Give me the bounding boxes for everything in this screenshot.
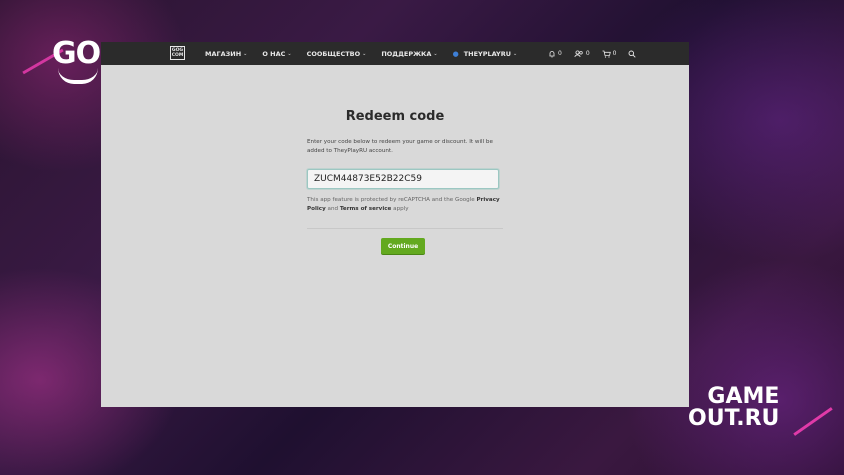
header-actions: 0 0 0 <box>548 42 637 65</box>
gog-logo[interactable]: GOG COM <box>170 46 185 60</box>
divider <box>307 228 503 229</box>
notice-suffix: apply <box>391 206 409 212</box>
nav-label: О НАС <box>262 49 286 58</box>
chevron-down-icon: ⌄ <box>243 50 248 57</box>
nav-item-community[interactable]: СООБЩЕСТВО ⌄ <box>307 50 367 58</box>
top-navigation-bar: GOG COM МАГАЗИН ⌄ О НАС ⌄ СООБЩЕСТВО ⌄ П… <box>101 42 689 65</box>
main-nav: МАГАЗИН ⌄ О НАС ⌄ СООБЩЕСТВО ⌄ ПОДДЕРЖКА… <box>205 42 517 65</box>
browser-page: GOG COM МАГАЗИН ⌄ О НАС ⌄ СООБЩЕСТВО ⌄ П… <box>101 42 689 407</box>
terms-of-service-link[interactable]: Terms of service <box>340 206 392 212</box>
friends-count: 0 <box>585 50 590 57</box>
recaptcha-notice: This app feature is protected by reCAPTC… <box>307 196 503 214</box>
friends-icon <box>574 49 583 57</box>
nav-label: THEYPLAYRU <box>463 49 512 58</box>
notice-prefix: This app feature is protected by reCAPTC… <box>307 197 477 203</box>
chevron-down-icon: ⌄ <box>287 50 292 57</box>
nav-label: ПОДДЕРЖКА <box>381 49 432 58</box>
watermark-logo: GAME OUT.RU <box>666 386 779 430</box>
page-title: Redeem code <box>345 109 445 124</box>
user-icon: ● <box>452 49 459 58</box>
cart-count: 0 <box>612 50 617 57</box>
nav-item-account[interactable]: ● THEYPLAYRU ⌄ <box>453 50 518 58</box>
chevron-down-icon: ⌄ <box>362 50 367 57</box>
chevron-down-icon: ⌄ <box>513 50 518 57</box>
redeem-description: Enter your code below to redeem your gam… <box>307 139 493 154</box>
search-icon <box>629 50 637 58</box>
corner-logo-text: GO <box>52 36 101 71</box>
watermark-line2: OUT.RU <box>688 406 780 431</box>
nav-item-about[interactable]: О НАС ⌄ <box>262 50 291 58</box>
notifications-count: 0 <box>558 50 562 57</box>
search-button[interactable] <box>628 50 637 58</box>
smile-decoration <box>58 68 98 84</box>
notice-and: and <box>325 206 340 212</box>
gog-logo-text: GOG COM <box>171 48 184 58</box>
nav-item-support[interactable]: ПОДДЕРЖКА ⌄ <box>381 50 437 58</box>
cart-button[interactable]: 0 <box>602 50 617 58</box>
nav-label: СООБЩЕСТВО <box>306 49 361 58</box>
bell-icon <box>549 50 555 57</box>
continue-button[interactable]: Continue <box>381 238 425 254</box>
code-input[interactable] <box>307 169 499 189</box>
watermark-streak-decoration <box>793 407 833 436</box>
friends-button[interactable]: 0 <box>574 49 590 58</box>
corner-logo: GO <box>52 36 101 84</box>
chevron-down-icon: ⌄ <box>433 50 438 57</box>
cart-icon <box>602 50 611 58</box>
notifications-button[interactable]: 0 <box>548 50 562 58</box>
nav-label: МАГАЗИН <box>205 49 242 58</box>
nav-item-store[interactable]: МАГАЗИН ⌄ <box>205 50 247 58</box>
